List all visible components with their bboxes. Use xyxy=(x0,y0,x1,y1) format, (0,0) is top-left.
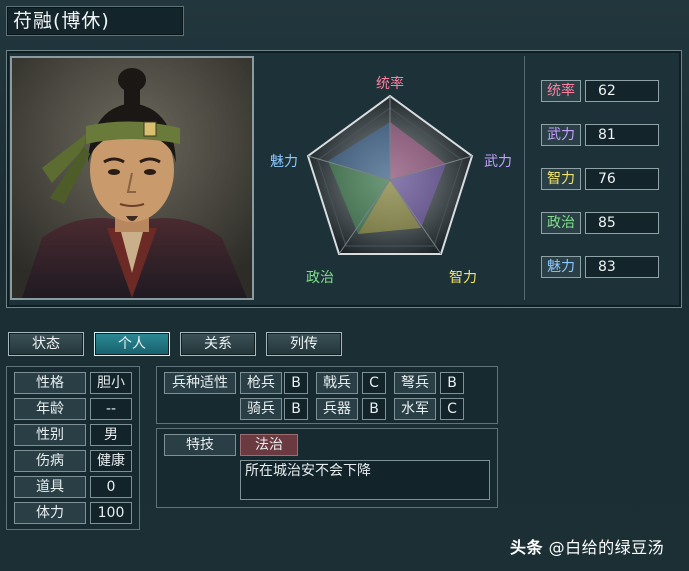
troop-label: 戟兵 xyxy=(316,372,358,394)
stat-label: 政治 xyxy=(541,212,581,234)
troop-grade: C xyxy=(440,398,464,420)
troop-label: 骑兵 xyxy=(240,398,282,420)
tab-biography[interactable]: 列传 xyxy=(266,332,342,356)
stat-label: 智力 xyxy=(541,168,581,190)
radar-label-command: 统率 xyxy=(376,75,404,92)
stat-row-intelligence: 智力 76 xyxy=(541,168,663,190)
info-value: -- xyxy=(90,398,132,420)
officer-name: 苻融(博休) xyxy=(6,6,184,36)
radar-label-charisma: 魅力 xyxy=(270,154,298,170)
stat-row-charisma: 魅力 83 xyxy=(541,256,663,278)
skill-name: 法治 xyxy=(240,434,298,456)
troop-grade: C xyxy=(362,372,386,394)
info-label: 性别 xyxy=(14,424,86,446)
attribute-stats: 统率 62 武力 81 智力 76 政治 85 魅力 83 xyxy=(524,56,676,300)
info-row-personality: 性格 胆小 xyxy=(14,372,132,394)
stat-value: 85 xyxy=(585,212,659,234)
radar-label-war: 武力 xyxy=(484,154,512,170)
troop-grade: B xyxy=(284,398,308,420)
tab-personal[interactable]: 个人 xyxy=(94,332,170,356)
troop-label: 兵器 xyxy=(316,398,358,420)
radar-chart: 统率 武力 智力 政治 魅力 xyxy=(270,75,512,286)
info-row-items: 道具 0 xyxy=(14,476,132,498)
radar-label-intelligence: 智力 xyxy=(449,270,477,286)
stat-value: 76 xyxy=(585,168,659,190)
attribute-radar: 统率 武力 智力 政治 魅力 xyxy=(258,56,522,300)
radar-label-politics: 政治 xyxy=(306,270,334,286)
skill-title: 特技 xyxy=(164,434,236,456)
stat-value: 62 xyxy=(585,80,659,102)
troop-label: 水军 xyxy=(394,398,436,420)
stat-value: 83 xyxy=(585,256,659,278)
info-label: 道具 xyxy=(14,476,86,498)
info-value: 男 xyxy=(90,424,132,446)
troop-aptitude-title: 兵种适性 xyxy=(164,372,236,394)
info-label: 性格 xyxy=(14,372,86,394)
stat-row-command: 统率 62 xyxy=(541,80,663,102)
info-row-stamina: 体力 100 xyxy=(14,502,132,524)
stat-label: 武力 xyxy=(541,124,581,146)
stat-label: 魅力 xyxy=(541,256,581,278)
stat-row-politics: 政治 85 xyxy=(541,212,663,234)
stat-value: 81 xyxy=(585,124,659,146)
troop-grade: B xyxy=(440,372,464,394)
stat-label: 统率 xyxy=(541,80,581,102)
info-value: 胆小 xyxy=(90,372,132,394)
info-row-age: 年龄 -- xyxy=(14,398,132,420)
troop-grade: B xyxy=(284,372,308,394)
watermark-text: @白给的绿豆汤 xyxy=(548,538,665,557)
skill-description: 所在城治安不会下降 xyxy=(240,460,490,500)
info-row-gender: 性别 男 xyxy=(14,424,132,446)
watermark-prefix: 头条 xyxy=(510,538,544,557)
troop-label: 弩兵 xyxy=(394,372,436,394)
tab-relations[interactable]: 关系 xyxy=(180,332,256,356)
info-value: 0 xyxy=(90,476,132,498)
info-value: 健康 xyxy=(90,450,132,472)
info-label: 伤病 xyxy=(14,450,86,472)
info-label: 年龄 xyxy=(14,398,86,420)
info-label: 体力 xyxy=(14,502,86,524)
stat-row-war: 武力 81 xyxy=(541,124,663,146)
portrait-image xyxy=(12,58,252,298)
tab-status[interactable]: 状态 xyxy=(8,332,84,356)
info-row-injury: 伤病 健康 xyxy=(14,450,132,472)
troop-grade: B xyxy=(362,398,386,420)
officer-portrait xyxy=(10,56,254,300)
info-value: 100 xyxy=(90,502,132,524)
watermark: 头条 @白给的绿豆汤 xyxy=(510,534,664,558)
troop-label: 枪兵 xyxy=(240,372,282,394)
